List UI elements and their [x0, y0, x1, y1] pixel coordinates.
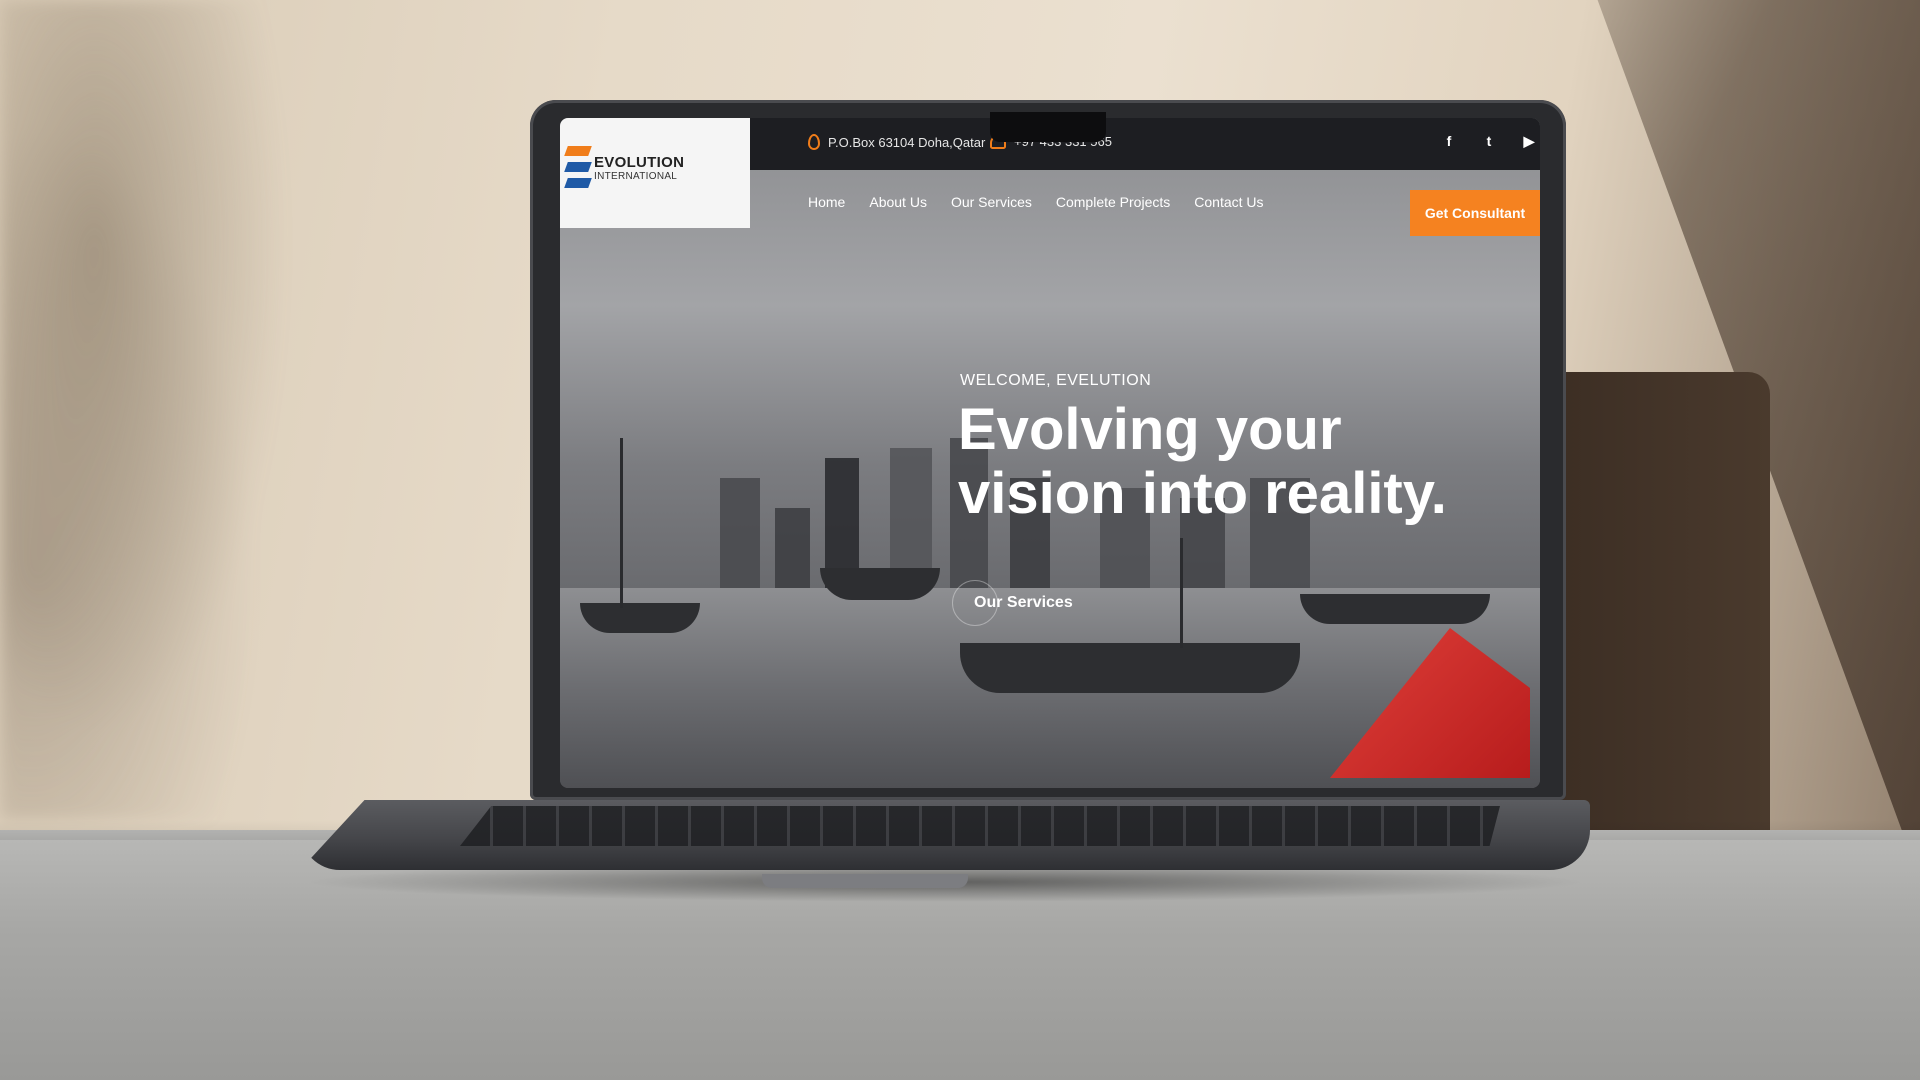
location-pin-icon — [808, 134, 820, 150]
nav-about-us[interactable]: About Us — [869, 194, 927, 210]
boat-mast — [620, 438, 623, 608]
get-consultant-button[interactable]: Get Consultant — [1410, 190, 1540, 236]
camera-notch — [990, 112, 1106, 142]
logo-subtitle: INTERNATIONAL — [594, 171, 678, 182]
laptop-keyboard — [460, 806, 1500, 846]
nav-our-services[interactable]: Our Services — [951, 194, 1032, 210]
nav-contact-us[interactable]: Contact Us — [1194, 194, 1263, 210]
facebook-icon[interactable]: f — [1440, 133, 1458, 150]
laptop-screen: EVOLUTION INTERNATIONAL P.O.Box 63104 Do… — [560, 118, 1540, 788]
hero-welcome: WELCOME, EVELUTION — [960, 372, 1152, 389]
main-nav: Home About Us Our Services Complete Proj… — [808, 194, 1264, 210]
address-text: P.O.Box 63104 Doha,Qatar — [828, 134, 986, 150]
boat-image — [580, 603, 700, 633]
logo-panel[interactable]: EVOLUTION INTERNATIONAL — [560, 118, 750, 228]
nav-home[interactable]: Home — [808, 194, 845, 210]
our-services-button[interactable]: Our Services — [974, 594, 1073, 612]
boat-mast — [1180, 538, 1183, 648]
hero-headline: Evolving your vision into reality. — [958, 397, 1447, 526]
boat-image — [820, 568, 940, 600]
address-item: P.O.Box 63104 Doha,Qatar — [808, 134, 985, 150]
foliage-shadow — [0, 0, 320, 820]
nav-complete-projects[interactable]: Complete Projects — [1056, 194, 1170, 210]
boat-image — [960, 643, 1300, 693]
twitter-icon[interactable]: t — [1480, 133, 1498, 150]
youtube-icon[interactable]: ▶ — [1520, 133, 1538, 150]
boat-image — [1300, 594, 1490, 624]
logo-icon — [564, 146, 592, 188]
laptop-hinge — [762, 874, 968, 888]
logo-title: EVOLUTION — [594, 154, 685, 171]
social-links: f t ▶ — [1440, 133, 1538, 150]
